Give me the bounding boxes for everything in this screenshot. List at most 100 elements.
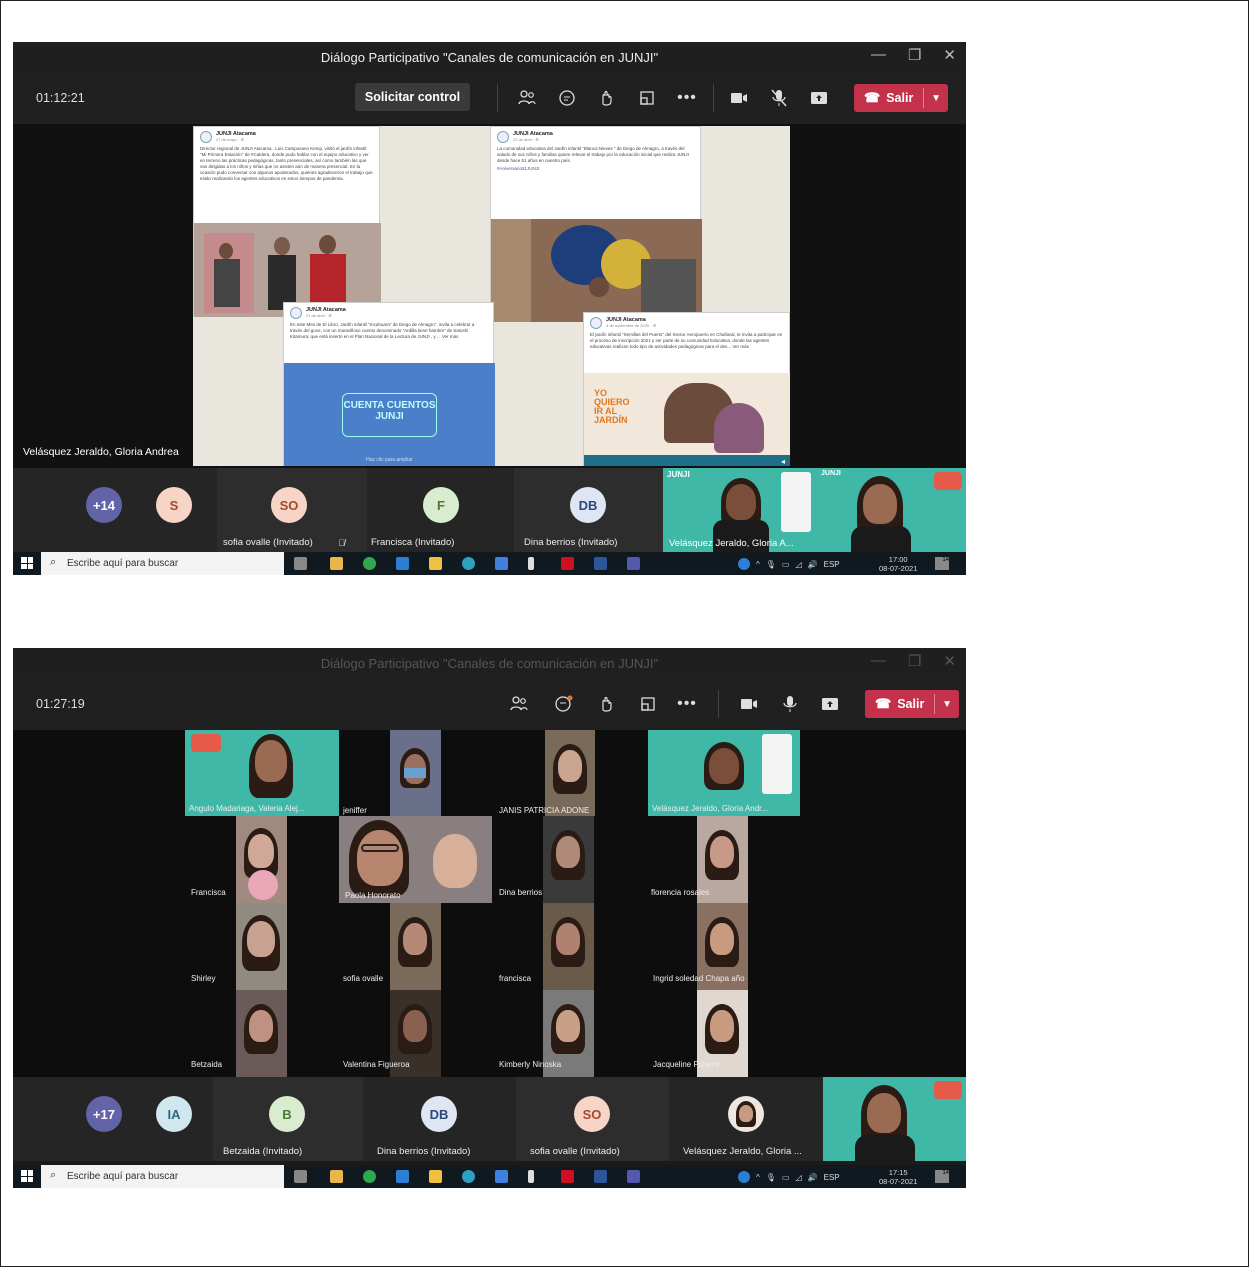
teams-icon[interactable] bbox=[627, 557, 640, 570]
dropbox-icon[interactable] bbox=[495, 1170, 508, 1183]
leave-button[interactable]: ☎ Salir ▼ bbox=[854, 84, 948, 112]
close-icon[interactable]: ✕ bbox=[943, 46, 956, 64]
notification-icon[interactable]: 14 bbox=[935, 557, 949, 570]
participant-video-tile[interactable] bbox=[543, 903, 594, 990]
participant-video-tile[interactable]: Angulo Madariaga, Valeria Alej... bbox=[185, 730, 339, 816]
taskbar-search-input[interactable]: ⌕ Escribe aquí para buscar bbox=[41, 552, 284, 575]
rooms-icon[interactable] bbox=[637, 693, 659, 715]
people-icon[interactable] bbox=[508, 693, 530, 715]
mic-icon[interactable]: 🎙 bbox=[766, 1173, 776, 1182]
overflow-participants-avatar[interactable]: +14 bbox=[86, 487, 122, 523]
network-icon[interactable]: ◿ bbox=[795, 560, 801, 569]
app-icon[interactable] bbox=[561, 1170, 574, 1183]
file-explorer-icon[interactable] bbox=[330, 557, 343, 570]
chat-icon[interactable] bbox=[556, 87, 578, 109]
participant-video-tile[interactable] bbox=[543, 816, 594, 903]
share-icon[interactable] bbox=[808, 87, 830, 109]
chevron-down-icon[interactable]: ▼ bbox=[942, 699, 952, 710]
language-indicator[interactable]: ESP bbox=[824, 560, 840, 569]
speaker-icon[interactable]: ◂ bbox=[781, 458, 785, 466]
participant-video-tile[interactable] bbox=[390, 730, 441, 816]
participant-tile[interactable]: B Betzaida (Invitado) bbox=[213, 1077, 363, 1161]
participant-tile[interactable]: DB Dina berrios (Invitado) bbox=[514, 468, 663, 552]
camera-icon[interactable] bbox=[738, 693, 760, 715]
participant-video-tile[interactable]: Velásquez Jeraldo, Gloria Andr... bbox=[648, 730, 800, 816]
taskbar-clock[interactable]: 17:15 08-07-2021 bbox=[879, 1168, 917, 1186]
minimize-icon[interactable]: — bbox=[871, 652, 886, 670]
gallery-stage: Angulo Madariaga, Valeria Alej... jeniff… bbox=[13, 730, 966, 1077]
file-explorer-icon[interactable] bbox=[330, 1170, 343, 1183]
chevron-up-icon[interactable]: ^ bbox=[756, 1173, 760, 1182]
reactions-icon[interactable] bbox=[596, 693, 618, 715]
windows-icon[interactable] bbox=[21, 1170, 33, 1182]
chrome-icon[interactable] bbox=[363, 557, 376, 570]
bolt-icon[interactable] bbox=[528, 1170, 534, 1183]
help-icon[interactable] bbox=[738, 1171, 750, 1183]
participant-tile[interactable]: Velásquez Jeraldo, Gloria ... bbox=[669, 1077, 823, 1161]
bolt-icon[interactable] bbox=[528, 557, 534, 570]
banner-caption[interactable]: Haz clic para ampliar bbox=[284, 457, 495, 463]
request-control-button[interactable]: Solicitar control bbox=[355, 83, 470, 111]
help-icon[interactable] bbox=[738, 558, 750, 570]
junji-logo: JUNJI bbox=[667, 470, 690, 479]
chrome-icon[interactable] bbox=[363, 1170, 376, 1183]
overflow-participants-avatar[interactable]: +17 bbox=[86, 1096, 122, 1132]
chevron-down-icon[interactable]: ▼ bbox=[931, 93, 941, 104]
notification-icon[interactable]: 14 bbox=[935, 1170, 949, 1183]
rooms-icon[interactable] bbox=[636, 87, 658, 109]
teams-icon[interactable] bbox=[627, 1170, 640, 1183]
participant-video-tile[interactable]: JUNJI Velásquez Jeraldo, Gloria A... bbox=[663, 468, 815, 552]
participant-video-tile[interactable] bbox=[545, 730, 595, 816]
word-icon[interactable] bbox=[594, 557, 607, 570]
dropbox-icon[interactable] bbox=[495, 557, 508, 570]
participant-video-tile[interactable] bbox=[236, 990, 287, 1077]
people-icon[interactable] bbox=[516, 87, 538, 109]
camera-icon[interactable] bbox=[728, 87, 750, 109]
close-icon[interactable]: ✕ bbox=[943, 652, 956, 670]
participant-avatar[interactable]: IA bbox=[156, 1096, 192, 1132]
battery-icon[interactable]: ▭ bbox=[782, 560, 790, 569]
leave-button[interactable]: ☎ Salir ▼ bbox=[865, 690, 959, 718]
participant-video-tile[interactable] bbox=[236, 816, 287, 903]
self-video-tile[interactable] bbox=[823, 1077, 966, 1161]
participant-tile[interactable]: SO sofia ovalle (Invitado) bbox=[516, 1077, 669, 1161]
more-icon[interactable]: ••• bbox=[676, 87, 698, 109]
store-icon[interactable] bbox=[429, 1170, 442, 1183]
taskbar-clock[interactable]: 17:00 08-07-2021 bbox=[879, 555, 917, 573]
participant-video-tile[interactable] bbox=[390, 903, 441, 990]
mail-icon[interactable] bbox=[396, 557, 409, 570]
word-icon[interactable] bbox=[594, 1170, 607, 1183]
participant-tile[interactable]: SO sofia ovalle (Invitado) 🎙̸ bbox=[217, 468, 367, 552]
maximize-icon[interactable]: ❐ bbox=[908, 46, 921, 64]
self-video-tile[interactable]: JUNJI bbox=[815, 468, 966, 552]
task-view-icon[interactable] bbox=[294, 1170, 307, 1183]
store-icon[interactable] bbox=[429, 557, 442, 570]
volume-icon[interactable]: 🔊 bbox=[808, 1173, 818, 1182]
reactions-icon[interactable] bbox=[596, 87, 618, 109]
participant-video-tile[interactable] bbox=[236, 903, 287, 990]
participant-tile[interactable]: F Francisca (Invitado) bbox=[367, 468, 514, 552]
volume-icon[interactable]: 🔊 bbox=[808, 560, 818, 569]
more-icon[interactable]: ••• bbox=[676, 693, 698, 715]
language-indicator[interactable]: ESP bbox=[824, 1173, 840, 1182]
mail-icon[interactable] bbox=[396, 1170, 409, 1183]
battery-icon[interactable]: ▭ bbox=[782, 1173, 790, 1182]
share-icon[interactable] bbox=[819, 693, 841, 715]
windows-icon[interactable] bbox=[21, 557, 33, 569]
mic-icon[interactable]: 🎙 bbox=[766, 560, 776, 569]
edge-icon[interactable] bbox=[462, 557, 475, 570]
mic-off-icon[interactable] bbox=[768, 87, 790, 109]
mic-icon[interactable] bbox=[779, 693, 801, 715]
chevron-up-icon[interactable]: ^ bbox=[756, 560, 760, 569]
participant-avatar[interactable]: S bbox=[156, 487, 192, 523]
participant-tile[interactable]: DB Dina berrios (Invitado) bbox=[363, 1077, 516, 1161]
network-icon[interactable]: ◿ bbox=[795, 1173, 801, 1182]
taskbar-search-input[interactable]: ⌕ Escribe aquí para buscar bbox=[41, 1165, 284, 1188]
app-icon[interactable] bbox=[561, 557, 574, 570]
participant-video-tile[interactable]: Paola Honorato bbox=[339, 816, 492, 903]
minimize-icon[interactable]: — bbox=[871, 46, 886, 64]
chat-icon[interactable] bbox=[553, 693, 575, 715]
task-view-icon[interactable] bbox=[294, 557, 307, 570]
edge-icon[interactable] bbox=[462, 1170, 475, 1183]
maximize-icon[interactable]: ❐ bbox=[908, 652, 921, 670]
